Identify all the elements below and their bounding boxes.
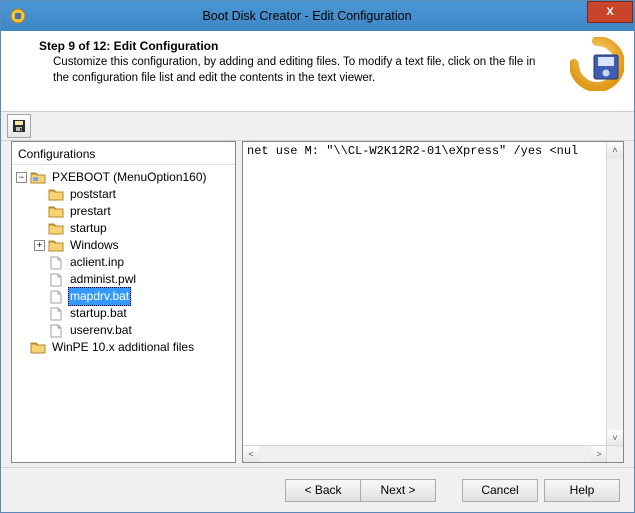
expand-icon[interactable]: + [34,240,45,251]
close-button[interactable]: X [587,1,633,23]
tree-node-userenv[interactable]: userenv.bat [14,322,233,339]
tree-node-aclient[interactable]: aclient.inp [14,254,233,271]
configuration-tree[interactable]: − PXEBOOT (MenuOption160) poststart pres… [12,165,235,462]
horizontal-scrollbar[interactable]: ˂ ˃ [243,445,607,462]
scroll-right-icon[interactable]: ˃ [591,446,607,462]
help-button[interactable]: Help [544,479,620,502]
folder-icon [48,188,64,202]
tree-label-selected: mapdrv.bat [68,287,131,306]
scroll-left-icon[interactable]: ˂ [243,446,259,462]
file-icon [48,273,64,287]
text-viewer-panel: net use M: "\\CL-W2K12R2-01\eXpress" /ye… [242,141,624,463]
tree-node-poststart[interactable]: poststart [14,186,233,203]
tree-label: WinPE 10.x additional files [50,339,196,356]
file-icon [48,324,64,338]
text-content[interactable]: net use M: "\\CL-W2K12R2-01\eXpress" /ye… [243,142,607,446]
configurations-panel: Configurations − PXEBOOT (MenuOption160)… [11,141,236,463]
back-button[interactable]: < Back [285,479,361,502]
collapse-icon[interactable]: − [16,172,27,183]
titlebar: Boot Disk Creator - Edit Configuration X [1,1,634,31]
cancel-button[interactable]: Cancel [462,479,538,502]
scroll-down-icon[interactable]: ˅ [607,430,623,446]
tree-node-mapdrv[interactable]: mapdrv.bat [14,288,233,305]
wizard-footer: < Back Next > Cancel Help [1,468,634,512]
tree-label: administ.pwl [68,271,138,288]
step-description: Customize this configuration, by adding … [53,55,550,86]
main-split: Configurations − PXEBOOT (MenuOption160)… [1,141,634,467]
window-title: Boot Disk Creator - Edit Configuration [27,9,587,23]
file-icon [48,290,64,304]
save-icon [12,119,26,133]
file-icon [48,256,64,270]
tree-label: userenv.bat [68,322,134,339]
tree-label: startup [68,220,109,237]
folder-open-icon [30,171,46,185]
folder-icon [48,205,64,219]
tree-label: Windows [68,237,121,254]
step-title: Step 9 of 12: Edit Configuration [39,39,620,53]
configurations-title: Configurations [12,142,235,164]
close-icon: X [606,6,613,18]
window: Boot Disk Creator - Edit Configuration X… [0,0,635,513]
folder-icon [48,239,64,253]
tree-node-windows[interactable]: + Windows [14,237,233,254]
vertical-scrollbar[interactable]: ˄ ˅ [606,142,623,446]
tree-node-startup-folder[interactable]: startup [14,220,233,237]
scrollbar-corner [606,445,623,462]
folder-icon [30,341,46,355]
tree-label: startup.bat [68,305,129,322]
tree-label: PXEBOOT (MenuOption160) [50,169,209,186]
tree-node-administ[interactable]: administ.pwl [14,271,233,288]
tree-label: aclient.inp [68,254,126,271]
tree-node-pxeboot[interactable]: − PXEBOOT (MenuOption160) [14,169,233,186]
save-button[interactable] [7,114,31,138]
tree-node-prestart[interactable]: prestart [14,203,233,220]
text-viewer[interactable]: net use M: "\\CL-W2K12R2-01\eXpress" /ye… [243,142,623,462]
tree-node-startup-bat[interactable]: startup.bat [14,305,233,322]
tree-label: prestart [68,203,113,220]
tree-label: poststart [68,186,118,203]
toolbar [1,112,634,141]
next-button[interactable]: Next > [360,479,436,502]
file-icon [48,307,64,321]
tree-node-winpe[interactable]: WinPE 10.x additional files [14,339,233,356]
folder-icon [48,222,64,236]
scroll-up-icon[interactable]: ˄ [607,142,623,158]
wizard-header: Step 9 of 12: Edit Configuration Customi… [1,31,634,112]
disk-logo-icon [570,37,624,91]
app-icon [9,7,27,25]
